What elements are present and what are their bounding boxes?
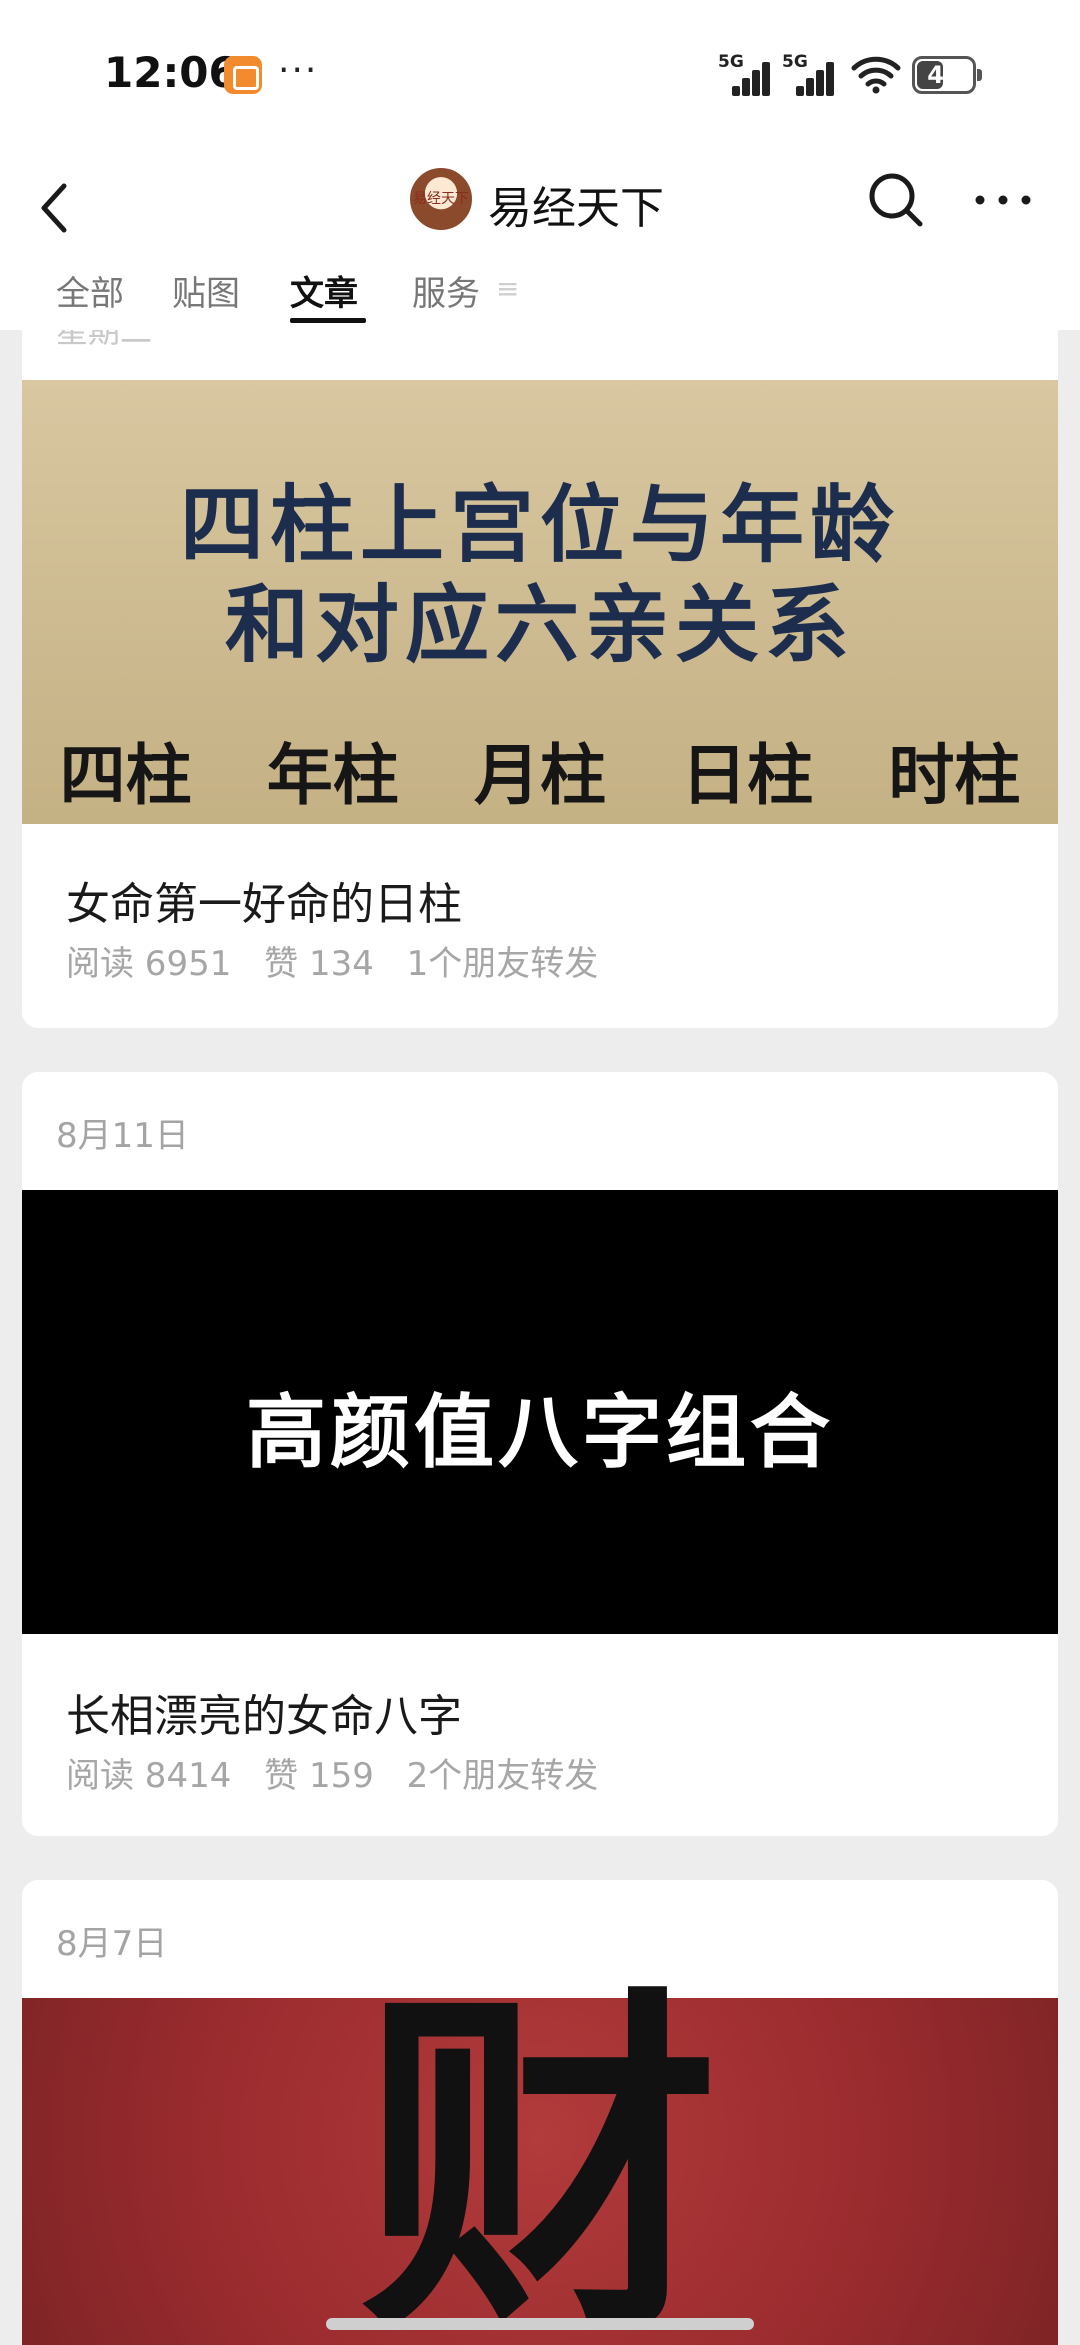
read-count: 阅读 6951 xyxy=(66,944,232,984)
tab-services[interactable]: 服务 xyxy=(412,266,480,315)
previous-card-date: 星期二 xyxy=(56,330,153,350)
cover-pillar-label: 年柱 xyxy=(266,736,399,814)
article-meta: 阅读 6951 赞 134 1个朋友转发 xyxy=(66,936,620,985)
like-count: 赞 159 xyxy=(264,1756,374,1796)
status-time: 12:06 xyxy=(104,48,238,97)
article-card[interactable]: 四柱上宫位与年龄 和对应六亲关系 四柱 年柱 月柱 日柱 时柱 女命第一好命的日… xyxy=(22,370,1058,1028)
search-icon[interactable] xyxy=(866,170,926,230)
battery-level: 41 xyxy=(927,61,961,89)
tab-images[interactable]: 贴图 xyxy=(172,266,240,315)
like-count: 赞 134 xyxy=(264,944,374,984)
signal-5g-icon-1: 5G xyxy=(718,52,770,96)
cover-calligraphy: 财 xyxy=(360,1956,720,2345)
article-date: 8月11日 xyxy=(56,1116,189,1156)
friends-shared: 2个朋友转发 xyxy=(406,1756,599,1796)
article-meta: 阅读 8414 赞 159 2个朋友转发 xyxy=(66,1748,620,1797)
app-notification-icon xyxy=(224,56,262,94)
status-bar: 12:06 ··· 5G 5G 41 xyxy=(0,0,1080,150)
back-arrow-icon[interactable] xyxy=(30,168,100,238)
article-card[interactable]: 8月7日 财 xyxy=(22,1880,1058,2345)
account-name[interactable]: 易经天下 xyxy=(488,172,664,236)
avatar-logo-text: 易经天下 xyxy=(413,191,469,207)
battery-icon: 41 xyxy=(912,56,982,94)
article-title[interactable]: 长相漂亮的女命八字 xyxy=(66,1680,462,1744)
article-date: 8月7日 xyxy=(56,1924,168,1964)
cover-pillar-label: 四柱 xyxy=(59,736,192,814)
cover-pillar-label: 日柱 xyxy=(681,736,814,814)
active-tab-indicator xyxy=(290,318,366,323)
account-header: 易经天下 易经天下 xyxy=(0,150,1080,260)
article-cover-image[interactable]: 财 xyxy=(22,1988,1058,2345)
read-count: 阅读 8414 xyxy=(66,1756,232,1796)
more-options-icon[interactable] xyxy=(968,170,1038,230)
content-tabs: 全部 贴图 文章 服务 ≡ xyxy=(0,260,1080,330)
tab-all[interactable]: 全部 xyxy=(56,266,124,315)
cover-headline: 高颜值八字组合 xyxy=(246,1386,834,1479)
friends-shared: 1个朋友转发 xyxy=(406,944,599,984)
article-cover-image[interactable]: 高颜值八字组合 xyxy=(22,1190,1058,1634)
tabs-overflow-icon: ≡ xyxy=(496,272,520,305)
cover-headline-line2: 和对应六亲关系 xyxy=(224,575,855,674)
article-card[interactable]: 8月11日 高颜值八字组合 长相漂亮的女命八字 阅读 8414 赞 159 2个… xyxy=(22,1072,1058,1836)
cover-pillars-row: 四柱 年柱 月柱 日柱 时柱 xyxy=(22,722,1058,818)
cover-pillar-label: 月柱 xyxy=(473,736,606,814)
article-title[interactable]: 女命第一好命的日柱 xyxy=(66,868,462,932)
account-avatar[interactable]: 易经天下 xyxy=(410,168,472,230)
signal-5g-icon-2: 5G xyxy=(782,52,834,96)
more-notifications-icon: ··· xyxy=(278,50,319,91)
cover-pillar-label: 时柱 xyxy=(888,736,1021,814)
tab-articles[interactable]: 文章 xyxy=(290,266,358,315)
wifi-icon xyxy=(851,56,901,94)
home-indicator[interactable] xyxy=(326,2318,754,2330)
article-cover-image[interactable]: 四柱上宫位与年龄 和对应六亲关系 四柱 年柱 月柱 日柱 时柱 xyxy=(22,380,1058,824)
